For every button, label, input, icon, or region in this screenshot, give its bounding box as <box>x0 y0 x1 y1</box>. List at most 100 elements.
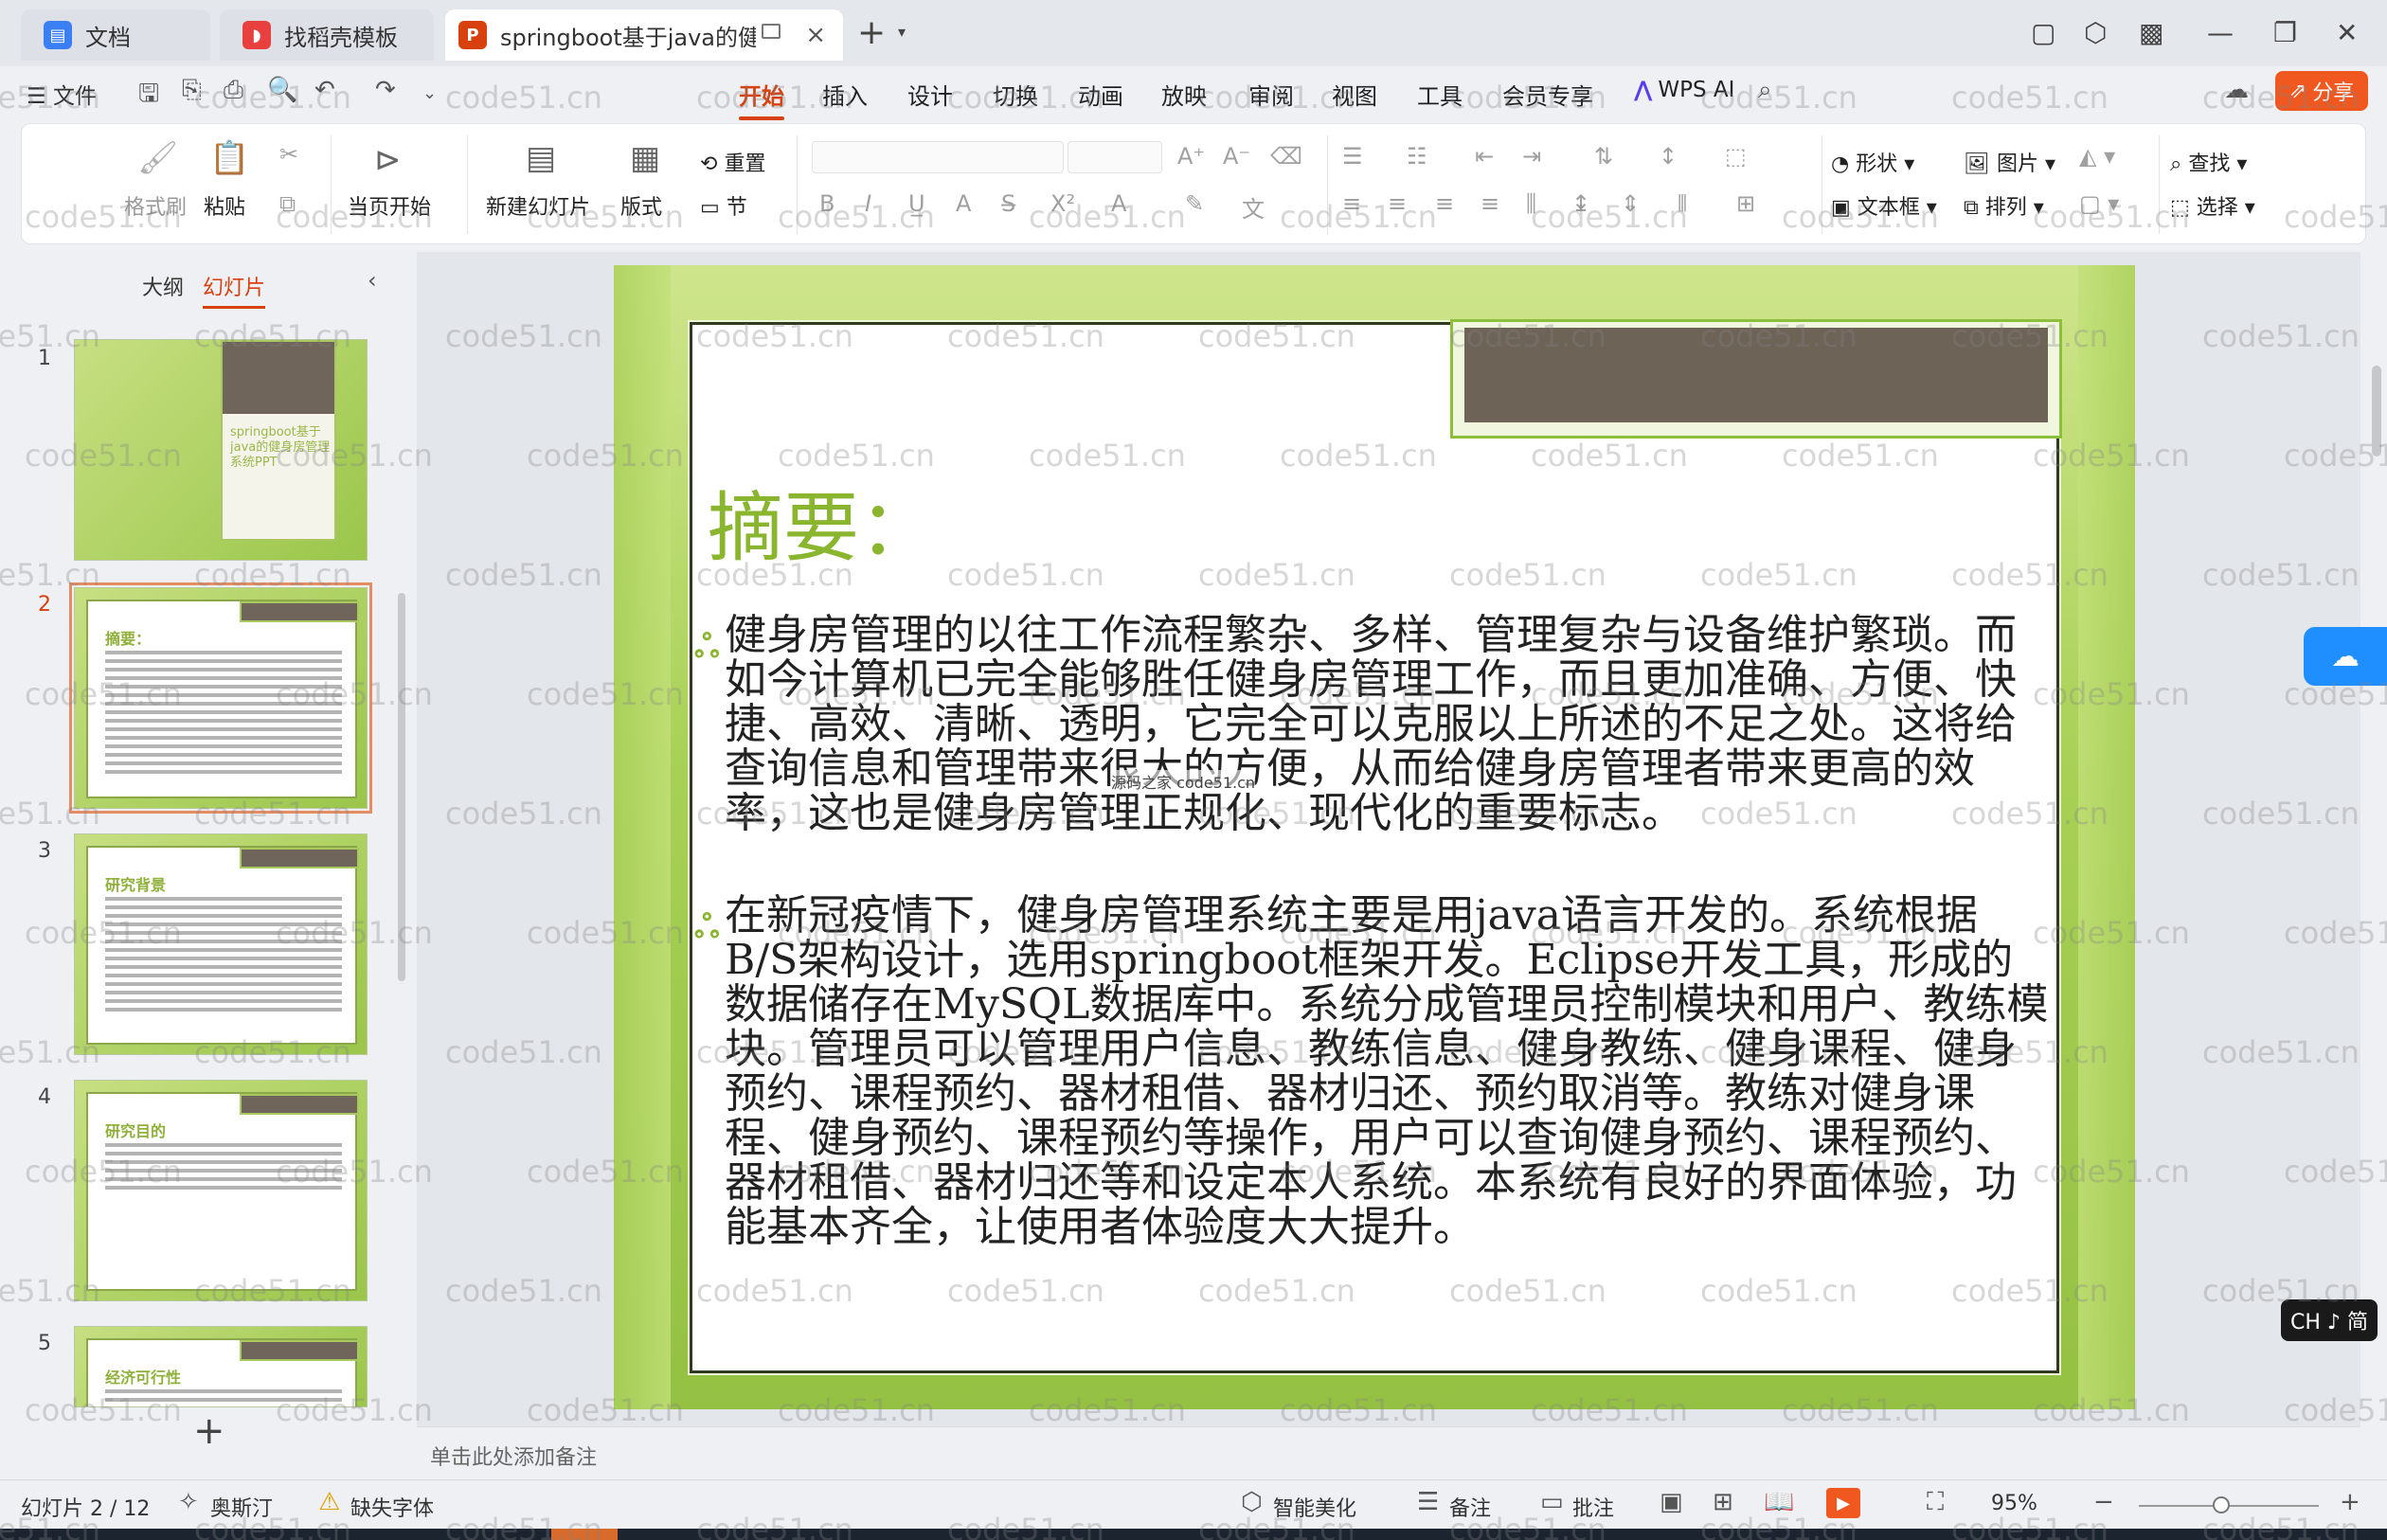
save-icon[interactable]: 🖫 <box>138 76 159 117</box>
zoom-out-icon[interactable]: − <box>2093 1488 2114 1516</box>
tab-design[interactable]: 设计 <box>907 78 953 111</box>
font-name-select[interactable] <box>812 141 1064 173</box>
tab-document[interactable]: ▤ 文档 <box>21 9 210 61</box>
copy-icon[interactable]: ⧉ <box>279 190 296 217</box>
cloud-upload-icon[interactable]: ☁ <box>2224 76 2249 104</box>
chevron-down-icon[interactable]: ▾ <box>898 23 906 41</box>
new-slide-button[interactable]: 新建幻灯片 <box>486 190 590 221</box>
redo-icon[interactable]: ↷ <box>375 76 396 104</box>
increase-indent-icon[interactable]: ⇥ <box>1522 143 1541 170</box>
chevron-down-icon[interactable]: ⌄ <box>422 83 437 103</box>
tab-insert[interactable]: 插入 <box>822 78 868 111</box>
slide[interactable]: 摘要： ஃ 健身房管理的以往工作流程繁杂、多样、管理复杂与设备维护繁琐。而如今计… <box>614 265 2135 1409</box>
missing-font-link[interactable]: 缺失字体 <box>350 1492 434 1522</box>
fill-icon[interactable]: ◭ ▾ <box>2079 143 2115 170</box>
tab-view[interactable]: 视图 <box>1332 78 1377 111</box>
align-left-icon[interactable]: ≡ <box>1342 190 1361 217</box>
chevron-left-icon[interactable]: ‹ <box>368 267 377 294</box>
text-shadow-icon[interactable]: A <box>956 190 971 217</box>
phonetic-icon[interactable]: 文 <box>1242 190 1265 224</box>
reset-button[interactable]: ⟲ 重置 <box>700 147 765 177</box>
undo-icon[interactable]: ↶ <box>314 76 335 104</box>
close-icon[interactable]: × <box>805 21 826 49</box>
window-close-icon[interactable]: ✕ <box>2336 17 2358 48</box>
tab-home[interactable]: 开始 <box>739 78 784 120</box>
zoom-level[interactable]: 95% <box>1991 1492 2037 1515</box>
select-button[interactable]: ⬚ 选择 ▾ <box>2170 190 2255 221</box>
wps-ai-button[interactable]: ⋀ WPS AI <box>1634 78 1734 102</box>
slide-title[interactable]: 摘要： <box>708 467 935 577</box>
beautify-button[interactable]: 智能美化 <box>1273 1492 1356 1522</box>
zoom-in-icon[interactable]: + <box>2340 1488 2360 1516</box>
cloud-assistant-icon[interactable]: ☁ <box>2304 627 2387 686</box>
monitor-icon[interactable] <box>762 24 781 39</box>
slide-thumbnail-4[interactable]: 研究目的 <box>74 1080 368 1301</box>
ime-indicator[interactable]: CH ♪ 简 <box>2281 1299 2378 1341</box>
numbering-icon[interactable]: ☷ <box>1407 143 1427 170</box>
picture-button[interactable]: 🖼 图片 ▾ <box>1964 147 2055 177</box>
tab-review[interactable]: 审阅 <box>1248 78 1294 111</box>
tab-transition[interactable]: 切换 <box>993 78 1038 111</box>
font-size-select[interactable] <box>1068 141 1162 173</box>
arrange-button[interactable]: ⧉ 排列 ▾ <box>1964 190 2044 221</box>
tab-slides[interactable]: 幻灯片 <box>203 271 266 309</box>
zoom-slider-knob[interactable] <box>2213 1496 2230 1513</box>
strikethrough-icon[interactable]: S̶ <box>1001 190 1015 217</box>
notes-pane[interactable]: 单击此处添加备注 <box>417 1426 2360 1479</box>
new-tab-icon[interactable]: + <box>857 13 886 52</box>
shape-button[interactable]: ◔ 形状 ▾ <box>1831 147 1914 177</box>
line-spacing-icon[interactable]: ↨ <box>1571 190 1590 217</box>
textbox-button[interactable]: ▣ 文本框 ▾ <box>1831 190 1937 221</box>
avatar[interactable]: ▩ <box>2139 17 2163 48</box>
comments-button[interactable]: 批注 <box>1572 1492 1614 1522</box>
tab-presentation[interactable]: P springboot基于java的健身房 × <box>445 9 843 61</box>
notes-button[interactable]: 备注 <box>1449 1492 1491 1522</box>
slide-thumbnail-2[interactable]: 摘要： <box>69 582 372 814</box>
align-center-icon[interactable]: ≡ <box>1388 190 1407 217</box>
tab-member[interactable]: 会员专享 <box>1502 78 1593 111</box>
font-shrink-icon[interactable]: A⁻ <box>1223 143 1250 170</box>
format-painter-button[interactable]: 格式刷 <box>124 190 187 221</box>
slide-paragraph-1[interactable]: 健身房管理的以往工作流程繁杂、多样、管理复杂与设备维护繁琐。而如今计算机已完全能… <box>725 613 2051 835</box>
tab-tools[interactable]: 工具 <box>1417 78 1463 111</box>
tab-slideshow[interactable]: 放映 <box>1161 78 1207 111</box>
cube-icon[interactable]: ⬡ <box>2084 17 2107 48</box>
columns-icon[interactable]: ⫴ <box>1678 190 1687 217</box>
justify-icon[interactable]: ≡ <box>1481 190 1499 217</box>
sort-icon[interactable]: ↕ <box>1659 143 1678 170</box>
tab-outline[interactable]: 大纲 <box>142 271 184 301</box>
clear-format-icon[interactable]: ⌫ <box>1270 143 1302 170</box>
cut-icon[interactable]: ✂ <box>279 141 298 168</box>
find-button[interactable]: ⌕ 查找 ▾ <box>2170 147 2247 177</box>
search-icon[interactable]: ⌕ <box>1758 76 1772 105</box>
tab-docer[interactable]: ◗ 找稻壳模板 <box>220 9 434 61</box>
text-direction-icon[interactable]: ⇅ <box>1594 143 1613 170</box>
file-menu[interactable]: ☰ 文件 <box>27 78 97 110</box>
reading-view-icon[interactable]: 📖 <box>1764 1488 1794 1516</box>
fit-window-icon[interactable]: ⛶ <box>1927 1488 1944 1517</box>
underline-icon[interactable]: U̲ <box>908 190 925 217</box>
add-slide-button[interactable]: + <box>193 1409 225 1453</box>
text-align-icon[interactable]: ⊞ <box>1736 190 1755 217</box>
slide-paragraph-2[interactable]: 在新冠疫情下，健身房管理系统主要是用java语言开发的。系统根据B/S架构设计，… <box>725 893 2051 1249</box>
export-icon[interactable]: ⎘ <box>182 76 202 105</box>
paste-button[interactable]: 粘贴 <box>204 190 245 221</box>
play-button[interactable]: ▶ <box>1826 1488 1860 1518</box>
distribute-icon[interactable]: ⫼ <box>1526 190 1536 217</box>
bullets-icon[interactable]: ☰ <box>1342 143 1363 170</box>
align-right-icon[interactable]: ≡ <box>1435 190 1454 217</box>
print-icon[interactable]: ⎙ <box>224 76 243 105</box>
maximize-icon[interactable]: ❐ <box>2273 17 2297 48</box>
print-preview-icon[interactable]: 🔍 <box>267 76 297 104</box>
slide-thumbnail-1[interactable]: springboot基于java的健身房管理系统PPT <box>74 339 368 561</box>
superscript-icon[interactable]: X² <box>1050 190 1075 217</box>
font-grow-icon[interactable]: A⁺ <box>1177 143 1205 170</box>
play-from-current-button[interactable]: 当页开始 <box>348 190 431 221</box>
minimize-icon[interactable]: — <box>2207 17 2234 48</box>
bold-icon[interactable]: B <box>819 190 835 217</box>
layout-button[interactable]: 版式 <box>620 190 662 221</box>
vertical-scrollbar[interactable] <box>2366 252 2387 1426</box>
italic-icon[interactable]: I <box>865 190 871 217</box>
tab-animation[interactable]: 动画 <box>1078 78 1123 111</box>
outline-icon[interactable]: ▢ ▾ <box>2079 190 2119 217</box>
